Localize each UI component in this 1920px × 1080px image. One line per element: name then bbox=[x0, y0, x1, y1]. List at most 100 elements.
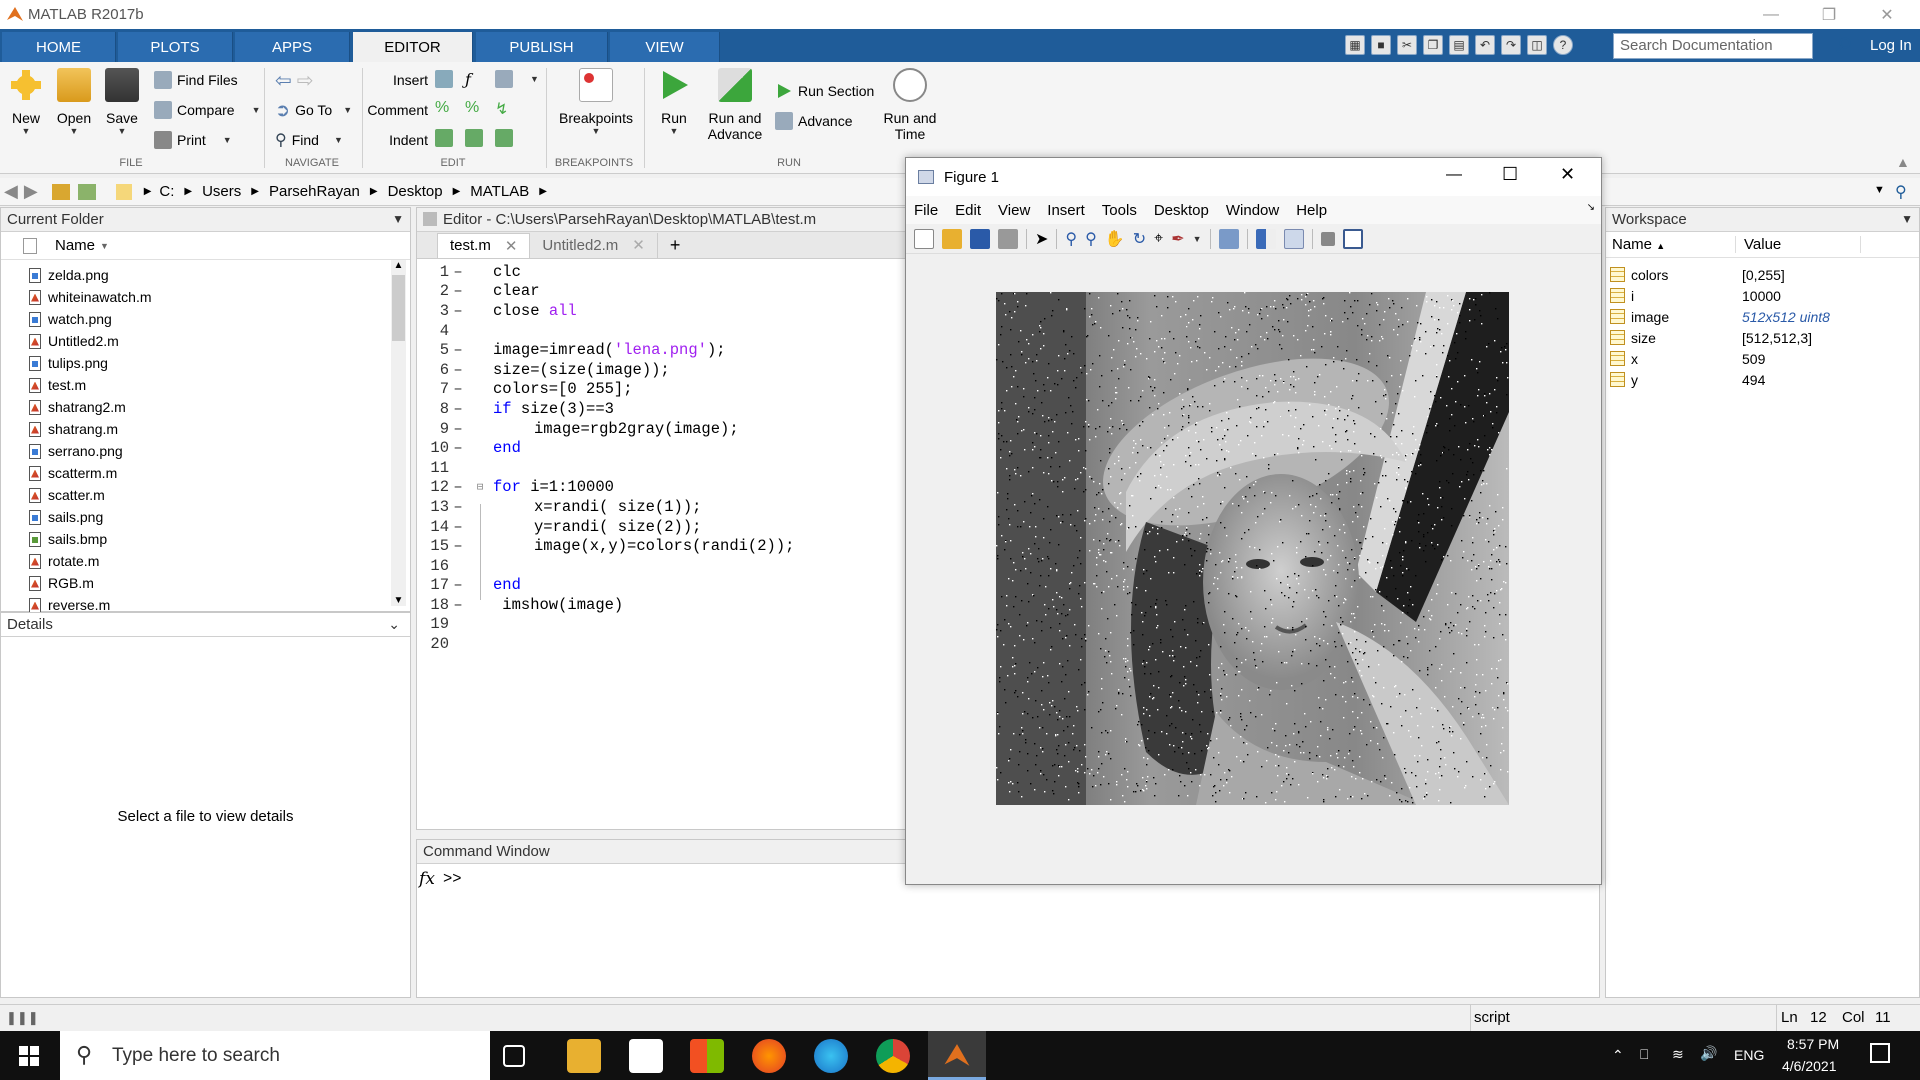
collapse-ribbon-icon[interactable]: ▲ bbox=[1896, 154, 1910, 170]
crumb-drive[interactable]: C: bbox=[159, 183, 174, 200]
tab-apps[interactable]: APPS bbox=[235, 32, 350, 62]
breakpoint-marker[interactable]: – bbox=[449, 439, 467, 457]
file-list-item[interactable]: watch.png bbox=[1, 308, 410, 330]
switch-windows-icon[interactable]: ◫ bbox=[1527, 35, 1547, 55]
minimize-button[interactable]: — bbox=[1742, 0, 1800, 29]
undo-icon[interactable]: ↶ bbox=[1475, 35, 1495, 55]
file-list-item[interactable]: rotate.m bbox=[1, 550, 410, 572]
workspace-variable-row[interactable]: i 10000 bbox=[1606, 285, 1919, 306]
breakpoints-button[interactable]: Breakpoints ▼ bbox=[556, 68, 636, 136]
file-list-item[interactable]: tulips.png bbox=[1, 352, 410, 374]
file-list-item[interactable]: shatrang.m bbox=[1, 418, 410, 440]
line-number[interactable]: 18 bbox=[417, 596, 449, 614]
hide-plot-tools-icon[interactable] bbox=[1320, 231, 1335, 246]
figure-close-button[interactable]: ✕ bbox=[1560, 164, 1575, 185]
insert-more-icon[interactable] bbox=[495, 70, 513, 88]
line-number[interactable]: 8 bbox=[417, 400, 449, 418]
layout-icon[interactable]: ▦ bbox=[1345, 35, 1365, 55]
line-number[interactable]: 10 bbox=[417, 439, 449, 457]
language-indicator[interactable]: ENG bbox=[1734, 1047, 1764, 1063]
workspace-variable-row[interactable]: y 494 bbox=[1606, 369, 1919, 390]
address-back-icon[interactable]: ◀ bbox=[4, 181, 18, 202]
file-list-scrollbar[interactable]: ▲ ▼ bbox=[391, 260, 406, 606]
clock-time[interactable]: 8:57 PM bbox=[1787, 1036, 1839, 1052]
line-number[interactable]: 17 bbox=[417, 576, 449, 594]
new-button[interactable]: New ▼ bbox=[8, 68, 44, 136]
tab-view[interactable]: VIEW bbox=[610, 32, 720, 62]
breakpoint-marker[interactable]: – bbox=[449, 341, 467, 359]
breakpoint-marker[interactable]: – bbox=[449, 576, 467, 594]
figure-menu-desktop[interactable]: Desktop bbox=[1154, 202, 1209, 219]
file-list-item[interactable]: RGB.m bbox=[1, 572, 410, 594]
breakpoint-marker[interactable]: – bbox=[449, 302, 467, 320]
figure-menu-help[interactable]: Help bbox=[1296, 202, 1327, 219]
new-tab-button[interactable]: + bbox=[656, 232, 693, 258]
run-button[interactable]: Run ▼ bbox=[654, 68, 694, 136]
save-button[interactable]: Save ▼ bbox=[104, 68, 140, 136]
find-button[interactable]: ⚲ Find ▼ bbox=[275, 127, 352, 153]
close-tab-icon[interactable]: ✕ bbox=[632, 236, 645, 254]
smart-indent-icon[interactable] bbox=[435, 129, 453, 147]
line-number[interactable]: 3 bbox=[417, 302, 449, 320]
mail-icon[interactable] bbox=[629, 1039, 663, 1073]
line-number[interactable]: 5 bbox=[417, 341, 449, 359]
workspace-variable-row[interactable]: colors [0,255] bbox=[1606, 264, 1919, 285]
panel-menu-icon[interactable]: ▼ bbox=[1901, 208, 1913, 231]
run-section-button[interactable]: Run Section bbox=[775, 78, 874, 104]
tab-publish[interactable]: PUBLISH bbox=[476, 32, 608, 62]
line-number[interactable]: 19 bbox=[417, 615, 449, 633]
taskbar-search-box[interactable]: ⚲ Type here to search bbox=[60, 1031, 490, 1080]
line-number[interactable]: 7 bbox=[417, 380, 449, 398]
breakpoint-marker[interactable]: – bbox=[449, 361, 467, 379]
line-number[interactable]: 2 bbox=[417, 282, 449, 300]
nav-back-icon[interactable]: ⇦ bbox=[275, 68, 292, 93]
open-file-icon[interactable] bbox=[942, 228, 962, 249]
crumb-user[interactable]: ParsehRayan bbox=[269, 183, 360, 200]
zoom-out-icon[interactable]: ⚲ bbox=[1085, 229, 1097, 249]
figure-minimize-button[interactable]: — bbox=[1446, 166, 1462, 184]
go-to-button[interactable]: ➲ Go To ▼ bbox=[275, 97, 352, 123]
crumb-desktop[interactable]: Desktop bbox=[388, 183, 443, 200]
colorbar-icon[interactable] bbox=[1255, 228, 1276, 249]
file-list-item[interactable]: sails.png bbox=[1, 506, 410, 528]
address-dropdown-icon[interactable]: ▼ bbox=[1874, 184, 1885, 196]
scroll-up-icon[interactable]: ▲ bbox=[391, 260, 406, 271]
details-header[interactable]: Details ⌄ bbox=[1, 613, 410, 637]
breakpoint-marker[interactable]: – bbox=[449, 400, 467, 418]
open-button[interactable]: Open ▼ bbox=[56, 68, 92, 136]
file-list-item[interactable]: shatrang2.m bbox=[1, 396, 410, 418]
find-files-button[interactable]: Find Files bbox=[154, 67, 261, 93]
line-number[interactable]: 6 bbox=[417, 361, 449, 379]
address-forward-icon[interactable]: ▶ bbox=[24, 181, 38, 202]
dock-figure-icon[interactable]: ↘ bbox=[1587, 202, 1595, 213]
browse-folder-icon[interactable] bbox=[77, 183, 96, 200]
breakpoint-marker[interactable]: – bbox=[449, 478, 467, 496]
line-number[interactable]: 9 bbox=[417, 420, 449, 438]
cut-icon[interactable]: ✂ bbox=[1397, 35, 1417, 55]
editor-tab-untitled2[interactable]: Untitled2.m ✕ bbox=[530, 233, 656, 258]
print-button[interactable]: Print ▼ bbox=[154, 127, 261, 153]
login-button[interactable]: Log In bbox=[1820, 33, 1920, 59]
firefox-icon[interactable] bbox=[752, 1039, 786, 1073]
close-window-button[interactable]: ✕ bbox=[1858, 0, 1916, 29]
tray-chevron-up-icon[interactable]: ⌃ bbox=[1612, 1047, 1624, 1064]
save-icon[interactable]: ■ bbox=[1371, 35, 1391, 55]
nav-forward-icon[interactable]: ⇨ bbox=[297, 68, 314, 93]
file-list-item[interactable]: scatter.m bbox=[1, 484, 410, 506]
tab-home[interactable]: HOME bbox=[2, 32, 116, 62]
increase-indent-icon[interactable] bbox=[465, 129, 483, 147]
figure-menu-view[interactable]: View bbox=[998, 202, 1030, 219]
breakpoint-marker[interactable]: – bbox=[449, 596, 467, 614]
breakpoint-marker[interactable]: – bbox=[449, 282, 467, 300]
volume-icon[interactable]: 🔊 bbox=[1700, 1045, 1717, 1062]
ws-value-column[interactable]: Value bbox=[1736, 236, 1861, 253]
legend-icon[interactable] bbox=[1283, 228, 1304, 249]
line-number[interactable]: 20 bbox=[417, 635, 449, 653]
insert-function-icon[interactable]: ƒ bbox=[465, 70, 487, 89]
figure-menu-window[interactable]: Window bbox=[1226, 202, 1279, 219]
figure-menu-file[interactable]: File bbox=[914, 202, 938, 219]
name-column-header[interactable]: Name ▼ bbox=[1, 232, 410, 260]
notifications-icon[interactable] bbox=[1870, 1043, 1890, 1063]
matlab-taskbar-button[interactable] bbox=[928, 1031, 986, 1080]
print-figure-icon[interactable] bbox=[998, 228, 1018, 249]
